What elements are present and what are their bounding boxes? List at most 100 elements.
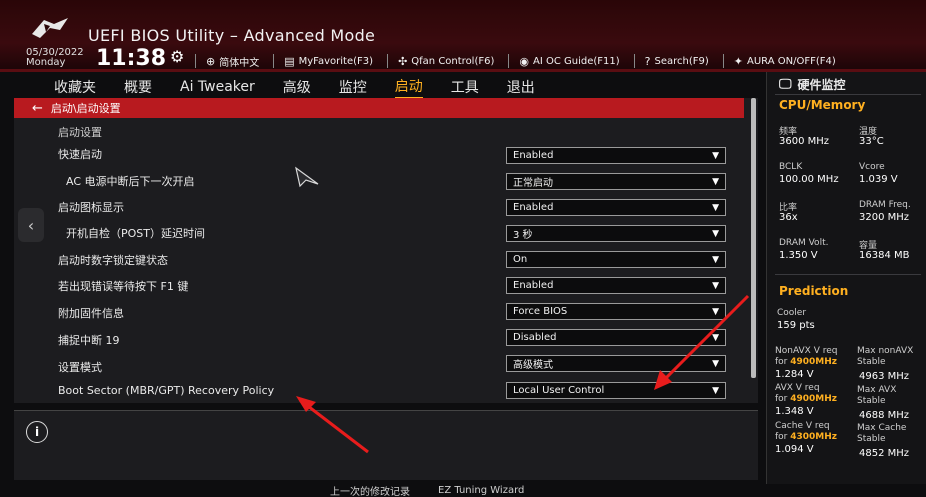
hw-value: 1.284 V [775, 369, 814, 380]
tab-ai-tweaker[interactable]: Ai Tweaker [180, 79, 255, 95]
last-modified-button[interactable]: 上一次的修改记录 [330, 483, 410, 497]
ai-oc-label: AI OC Guide(F11) [533, 55, 620, 67]
hw-value: 36x [779, 212, 798, 223]
select-value: Disabled [513, 332, 557, 343]
search-button[interactable]: ? Search(F9) [645, 55, 709, 68]
qfan-button[interactable]: ✣ Qfan Control(F6) [398, 55, 494, 68]
language-button[interactable]: ⊕ 简体中文 [206, 54, 259, 69]
tab-exit[interactable]: 退出 [507, 77, 535, 97]
hw-divider [775, 274, 921, 275]
hw-key: for 4900MHz [775, 394, 837, 404]
setting-label-ac-power: AC 电源中断后下一次开启 [66, 175, 195, 188]
cpu-memory-heading: CPU/Memory [779, 98, 866, 112]
hw-key: for 4900MHz [775, 357, 837, 367]
search-label: Search(F9) [654, 55, 709, 67]
aura-button[interactable]: ✦ AURA ON/OFF(F4) [734, 55, 836, 68]
scrollbar-thumb[interactable] [751, 98, 756, 378]
section-label: 启动设置 [58, 126, 102, 139]
setting-label-boot-sector-policy: Boot Sector (MBR/GPT) Recovery Policy [58, 384, 275, 397]
select-value: Enabled [513, 280, 554, 291]
setting-label-boot-logo: 启动图标显示 [58, 201, 124, 214]
select-value: 正常启动 [513, 178, 553, 189]
fan-icon: ✣ [398, 54, 408, 68]
select-value: Force BIOS [513, 306, 568, 317]
monitor-icon: 🖵 [779, 77, 792, 92]
setting-select-post-delay[interactable]: 3 秒 ▼ [506, 225, 726, 242]
setting-label-setup-mode: 设置模式 [58, 361, 102, 374]
tab-tool[interactable]: 工具 [451, 77, 479, 97]
chevron-down-icon: ▼ [712, 358, 719, 369]
hw-key: DRAM Volt. [779, 238, 829, 248]
chevron-down-icon: ▼ [712, 176, 719, 187]
tab-main[interactable]: 概要 [124, 77, 152, 97]
prediction-heading: Prediction [779, 284, 849, 298]
hardware-monitor-title: 🖵 硬件监控 [779, 76, 846, 93]
freq-highlight: 4300MHz [790, 432, 838, 442]
hw-key: Stable [857, 357, 886, 367]
setting-select-interrupt-19[interactable]: Disabled ▼ [506, 329, 726, 346]
setting-select-setup-mode[interactable]: 高级模式 ▼ [506, 355, 726, 372]
myfavorite-button[interactable]: ▤ MyFavorite(F3) [284, 55, 373, 68]
hw-value: 4688 MHz [859, 410, 910, 421]
select-value: Enabled [513, 202, 554, 213]
setting-select-boot-logo[interactable]: Enabled ▼ [506, 199, 726, 216]
hw-value: 159 pts [777, 320, 815, 331]
hw-key: AVX V req [775, 383, 820, 393]
tab-favorites[interactable]: 收藏夹 [54, 77, 96, 97]
chevron-down-icon: ▼ [712, 306, 719, 317]
setting-select-boot-sector-policy[interactable]: Local User Control ▼ [506, 382, 726, 399]
day-text: Monday [26, 57, 66, 68]
for-text: for [775, 394, 788, 404]
tab-monitor[interactable]: 监控 [339, 77, 367, 97]
hardware-monitor-panel: 🖵 硬件监控 CPU/Memory 频率 3600 MHz 温度 33°C BC… [766, 72, 926, 484]
select-value: 高级模式 [513, 360, 553, 371]
breadcrumb-text: 启动\启动设置 [50, 102, 121, 115]
select-value: Enabled [513, 150, 554, 161]
gear-icon[interactable]: ⚙ [170, 47, 184, 66]
select-value: 3 秒 [513, 230, 533, 241]
ai-oc-icon: ◉ [519, 54, 529, 68]
qfan-label: Qfan Control(F6) [411, 55, 495, 67]
hw-value: 1.039 V [859, 174, 898, 185]
chevron-left-icon[interactable]: ‹ [18, 208, 44, 242]
tab-boot[interactable]: 启动 [394, 76, 423, 99]
help-panel: i [14, 410, 758, 480]
setting-label-interrupt-19: 捕捉中断 19 [58, 334, 120, 347]
chevron-down-icon: ▼ [712, 332, 719, 343]
search-icon: ? [644, 54, 651, 68]
ez-tuning-wizard-button[interactable]: EZ Tuning Wizard [438, 485, 524, 496]
setting-select-fast-boot[interactable]: Enabled ▼ [506, 147, 726, 164]
favorite-icon: ▤ [284, 54, 295, 68]
ai-oc-guide-button[interactable]: ◉ AI OC Guide(F11) [519, 55, 619, 68]
setting-select-numlock[interactable]: On ▼ [506, 251, 726, 268]
hw-key: Stable [857, 434, 886, 444]
select-value: On [513, 254, 528, 265]
date-display: 05/30/2022 Monday [26, 48, 84, 68]
setting-label-post-delay: 开机自检（POST）延迟时间 [66, 227, 205, 240]
toolbar-divider [195, 54, 196, 68]
hw-value: 3600 MHz [779, 136, 830, 147]
hw-key: Max Cache [857, 423, 907, 433]
clock-time: 11:38 [96, 46, 167, 71]
hw-value: 4852 MHz [859, 448, 910, 459]
hw-key: Max AVX [857, 385, 897, 395]
language-label: 简体中文 [219, 57, 260, 69]
hw-key: DRAM Freq. [859, 200, 911, 210]
hw-value: 16384 MB [859, 250, 910, 261]
freq-highlight: 4900MHz [790, 357, 838, 367]
setting-label-option-rom: 附加固件信息 [58, 307, 124, 320]
window-title: UEFI BIOS Utility – Advanced Mode [88, 26, 376, 45]
toolbar-divider [273, 54, 275, 68]
globe-icon: ⊕ [206, 54, 216, 68]
chevron-down-icon: ▼ [712, 385, 719, 396]
hw-value: 1.094 V [775, 444, 814, 455]
tab-advanced[interactable]: 高级 [283, 77, 311, 97]
toolbar-divider [633, 54, 635, 68]
setting-label-f1-wait: 若出现错误等待按下 F1 键 [58, 280, 189, 293]
back-arrow-icon[interactable]: ← [32, 101, 43, 116]
hw-value: 33°C [859, 136, 884, 147]
setting-select-f1-wait[interactable]: Enabled ▼ [506, 277, 726, 294]
setting-select-ac-power[interactable]: 正常启动 ▼ [506, 173, 726, 190]
hw-key: Cache V req [775, 421, 830, 431]
setting-select-option-rom[interactable]: Force BIOS ▼ [506, 303, 726, 320]
